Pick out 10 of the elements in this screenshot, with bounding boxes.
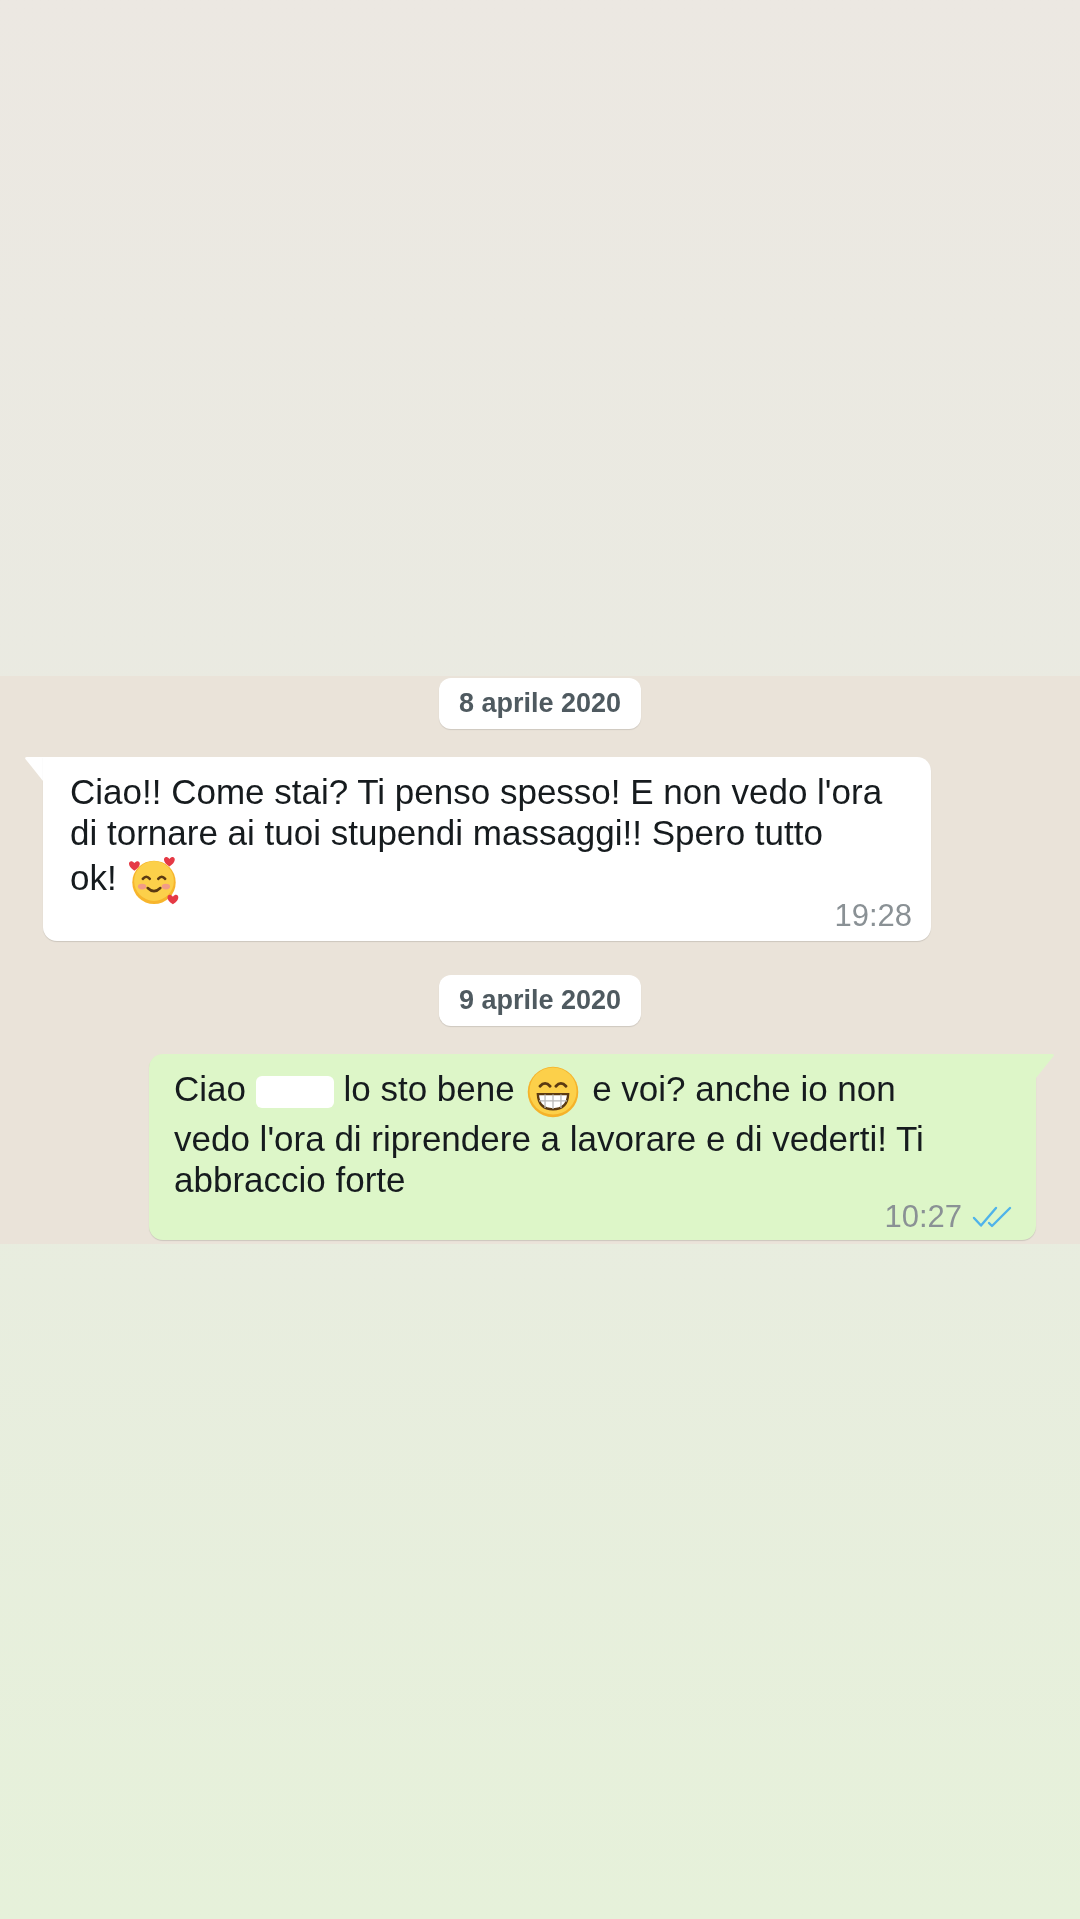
grinning-face-icon xyxy=(527,1066,580,1118)
message-text: Ciao xyxy=(174,1069,246,1109)
date-separator: 9 aprile 2020 xyxy=(438,975,642,1026)
message-text: e voi? anche io non xyxy=(592,1069,896,1109)
message-text: ok! xyxy=(70,858,117,898)
message-text: lo sto bene xyxy=(343,1069,515,1109)
message-time: 19:28 xyxy=(834,899,912,933)
message-text: vedo l'ora di riprendere a lavorare e di vederti! Ti abbraccio forte xyxy=(174,1119,924,1199)
message-time: 10:27 xyxy=(884,1200,962,1234)
date-separator: 8 aprile 2020 xyxy=(438,678,642,729)
